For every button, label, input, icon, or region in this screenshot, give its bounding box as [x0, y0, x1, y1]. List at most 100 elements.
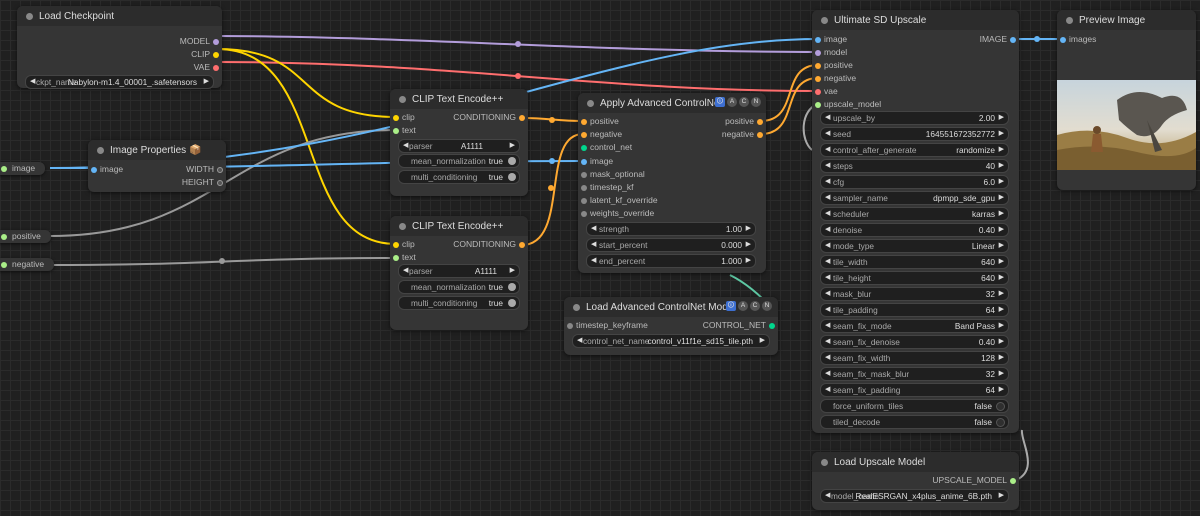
negative-pin-icon[interactable] [815, 75, 821, 82]
clip-pin-icon[interactable] [393, 114, 399, 121]
arrow-right-icon[interactable]: ▶ [510, 140, 515, 152]
input-model[interactable]: model [812, 46, 847, 59]
arrow-left-icon[interactable]: ◀ [403, 140, 408, 152]
arrow-left-icon[interactable]: ◀ [825, 224, 830, 236]
mask-pin-icon[interactable] [581, 171, 587, 178]
end-percent-slider[interactable]: ◀ end_percent 1.000 ▶ [586, 254, 756, 268]
input-positive[interactable]: positive [812, 59, 853, 72]
image-pin-icon[interactable] [581, 158, 587, 165]
multi-conditioning-toggle[interactable]: multi_conditioning true [398, 170, 520, 184]
start-percent-slider[interactable]: ◀ start_percent 0.000 ▶ [586, 238, 756, 252]
sampler-name-combo[interactable]: ◀ sampler_name dpmpp_sde_gpu ▶ [820, 191, 1009, 205]
arrow-left-icon[interactable]: ◀ [825, 384, 830, 396]
arrow-left-icon[interactable]: ◀ [825, 192, 830, 204]
parser-combo[interactable]: ◀ parser A1111 ▶ [398, 264, 520, 278]
timestep-pin-icon[interactable] [581, 184, 587, 191]
arrow-right-icon[interactable]: ▶ [746, 239, 751, 251]
clip-text-encode-node-2[interactable]: CLIP Text Encode++ clip text CONDITIONIN… [390, 216, 528, 330]
model-pin-icon[interactable] [213, 38, 219, 45]
mean-normalization-toggle[interactable]: mean_normalization true [398, 280, 520, 294]
arrow-left-icon[interactable]: ◀ [403, 265, 408, 277]
positive-out-pin-icon[interactable] [757, 118, 763, 125]
output-conditioning[interactable]: CONDITIONING [453, 111, 528, 124]
vae-pin-icon[interactable] [815, 88, 821, 95]
arrow-right-icon[interactable]: ▶ [760, 335, 765, 347]
output-width[interactable]: WIDTH [186, 163, 226, 176]
seam-fix-mode-combo[interactable]: ◀ seam_fix_mode Band Pass ▶ [820, 319, 1009, 333]
arrow-right-icon[interactable]: ▶ [999, 176, 1004, 188]
arrow-left-icon[interactable]: ◀ [591, 239, 596, 251]
output-negative[interactable]: negative [722, 128, 766, 141]
input-vae[interactable]: vae [812, 85, 838, 98]
arrow-left-icon[interactable]: ◀ [591, 223, 596, 235]
arrow-left-icon[interactable]: ◀ [825, 336, 830, 348]
toggle-knob-icon[interactable] [508, 283, 516, 291]
arrow-left-icon[interactable]: ◀ [591, 255, 596, 267]
image-properties-node[interactable]: Image Properties 📦 image WIDTH HEIGHT [88, 140, 226, 192]
input-mask-optional[interactable]: mask_optional [578, 168, 645, 181]
node-header[interactable]: Preview Image [1057, 10, 1196, 30]
clip-text-encode-node-1[interactable]: CLIP Text Encode++ clip text CONDITIONIN… [390, 89, 528, 196]
width-pin-icon[interactable] [217, 166, 223, 173]
arrow-right-icon[interactable]: ▶ [999, 160, 1004, 172]
clip-pin-icon[interactable] [393, 241, 399, 248]
arrow-right-icon[interactable]: ▶ [204, 76, 209, 88]
node-header[interactable]: CLIP Text Encode++ [390, 89, 528, 109]
input-control-net[interactable]: control_net [578, 141, 632, 154]
conditioning-pin-icon[interactable] [519, 114, 525, 121]
steps-field[interactable]: ◀ steps 40 ▶ [820, 159, 1009, 173]
arrow-left-icon[interactable]: ◀ [825, 256, 830, 268]
ultimate-sd-upscale-node[interactable]: Ultimate SD Upscale image model positive… [812, 10, 1019, 433]
arrow-right-icon[interactable]: ▶ [999, 272, 1004, 284]
mode-type-combo[interactable]: ◀ mode_type Linear ▶ [820, 239, 1009, 253]
seam-fix-padding-field[interactable]: ◀ seam_fix_padding 64 ▶ [820, 383, 1009, 397]
tile-height-field[interactable]: ◀ tile_height 640 ▶ [820, 271, 1009, 285]
arrow-left-icon[interactable]: ◀ [825, 304, 830, 316]
ckpt-name-combo[interactable]: ◀ ckpt_name Nabylon-m1.4_00001_.safetens… [25, 75, 214, 89]
denoise-field[interactable]: ◀ denoise 0.40 ▶ [820, 223, 1009, 237]
load-checkpoint-node[interactable]: Load Checkpoint MODEL CLIP VAE ◀ ckpt_na… [17, 6, 222, 89]
arrow-left-icon[interactable]: ◀ [825, 288, 830, 300]
output-positive[interactable]: positive [725, 115, 766, 128]
toggle-knob-icon[interactable] [996, 402, 1005, 411]
images-pin-icon[interactable] [1060, 36, 1066, 43]
control-net-pin-icon[interactable] [581, 144, 587, 151]
arrow-right-icon[interactable]: ▶ [999, 224, 1004, 236]
arrow-right-icon[interactable]: ▶ [999, 288, 1004, 300]
arrow-right-icon[interactable]: ▶ [999, 368, 1004, 380]
control-net-name-combo[interactable]: ◀ control_net_name control_v11f1e_sd15_til… [572, 334, 770, 348]
arrow-left-icon[interactable]: ◀ [825, 112, 830, 124]
tile-padding-field[interactable]: ◀ tile_padding 64 ▶ [820, 303, 1009, 317]
upscale-model-pin-icon[interactable] [815, 101, 821, 108]
multi-conditioning-toggle[interactable]: multi_conditioning true [398, 296, 520, 310]
cfg-field[interactable]: ◀ cfg 6.0 ▶ [820, 175, 1009, 189]
tiled-decode-toggle[interactable]: tiled_decode false [820, 415, 1009, 429]
toggle-knob-icon[interactable] [508, 299, 516, 307]
input-text[interactable]: text [390, 124, 416, 137]
arrow-right-icon[interactable]: ▶ [999, 192, 1004, 204]
arrow-left-icon[interactable]: ◀ [825, 272, 830, 284]
scheduler-combo[interactable]: ◀ scheduler karras ▶ [820, 207, 1009, 221]
arrow-right-icon[interactable]: ▶ [999, 384, 1004, 396]
load-upscale-model-node[interactable]: Load Upscale Model UPSCALE_MODEL ◀ model_… [812, 452, 1019, 510]
arrow-left-icon[interactable]: ◀ [825, 368, 830, 380]
clip-pin-icon[interactable] [213, 51, 219, 58]
node-header[interactable]: Load Checkpoint [17, 6, 222, 26]
output-image[interactable]: IMAGE [980, 33, 1019, 46]
output-height[interactable]: HEIGHT [182, 176, 226, 189]
arrow-right-icon[interactable]: ▶ [999, 240, 1004, 252]
arrow-right-icon[interactable]: ▶ [999, 144, 1004, 156]
image-out-pin-icon[interactable] [1010, 36, 1016, 43]
output-conditioning[interactable]: CONDITIONING [453, 238, 528, 251]
input-text[interactable]: text [390, 251, 416, 264]
arrow-left-icon[interactable]: ◀ [825, 144, 830, 156]
arrow-left-icon[interactable]: ◀ [825, 240, 830, 252]
strength-slider[interactable]: ◀ strength 1.00 ▶ [586, 222, 756, 236]
model-name-combo[interactable]: ◀ model_name RealESRGAN_x4plus_anime_6B.pt… [820, 489, 1009, 503]
seam-fix-denoise-field[interactable]: ◀ seam_fix_denoise 0.40 ▶ [820, 335, 1009, 349]
input-clip[interactable]: clip [390, 238, 415, 251]
arrow-left-icon[interactable]: ◀ [825, 352, 830, 364]
arrow-right-icon[interactable]: ▶ [999, 256, 1004, 268]
arrow-right-icon[interactable]: ▶ [746, 255, 751, 267]
arrow-left-icon[interactable]: ◀ [825, 176, 830, 188]
